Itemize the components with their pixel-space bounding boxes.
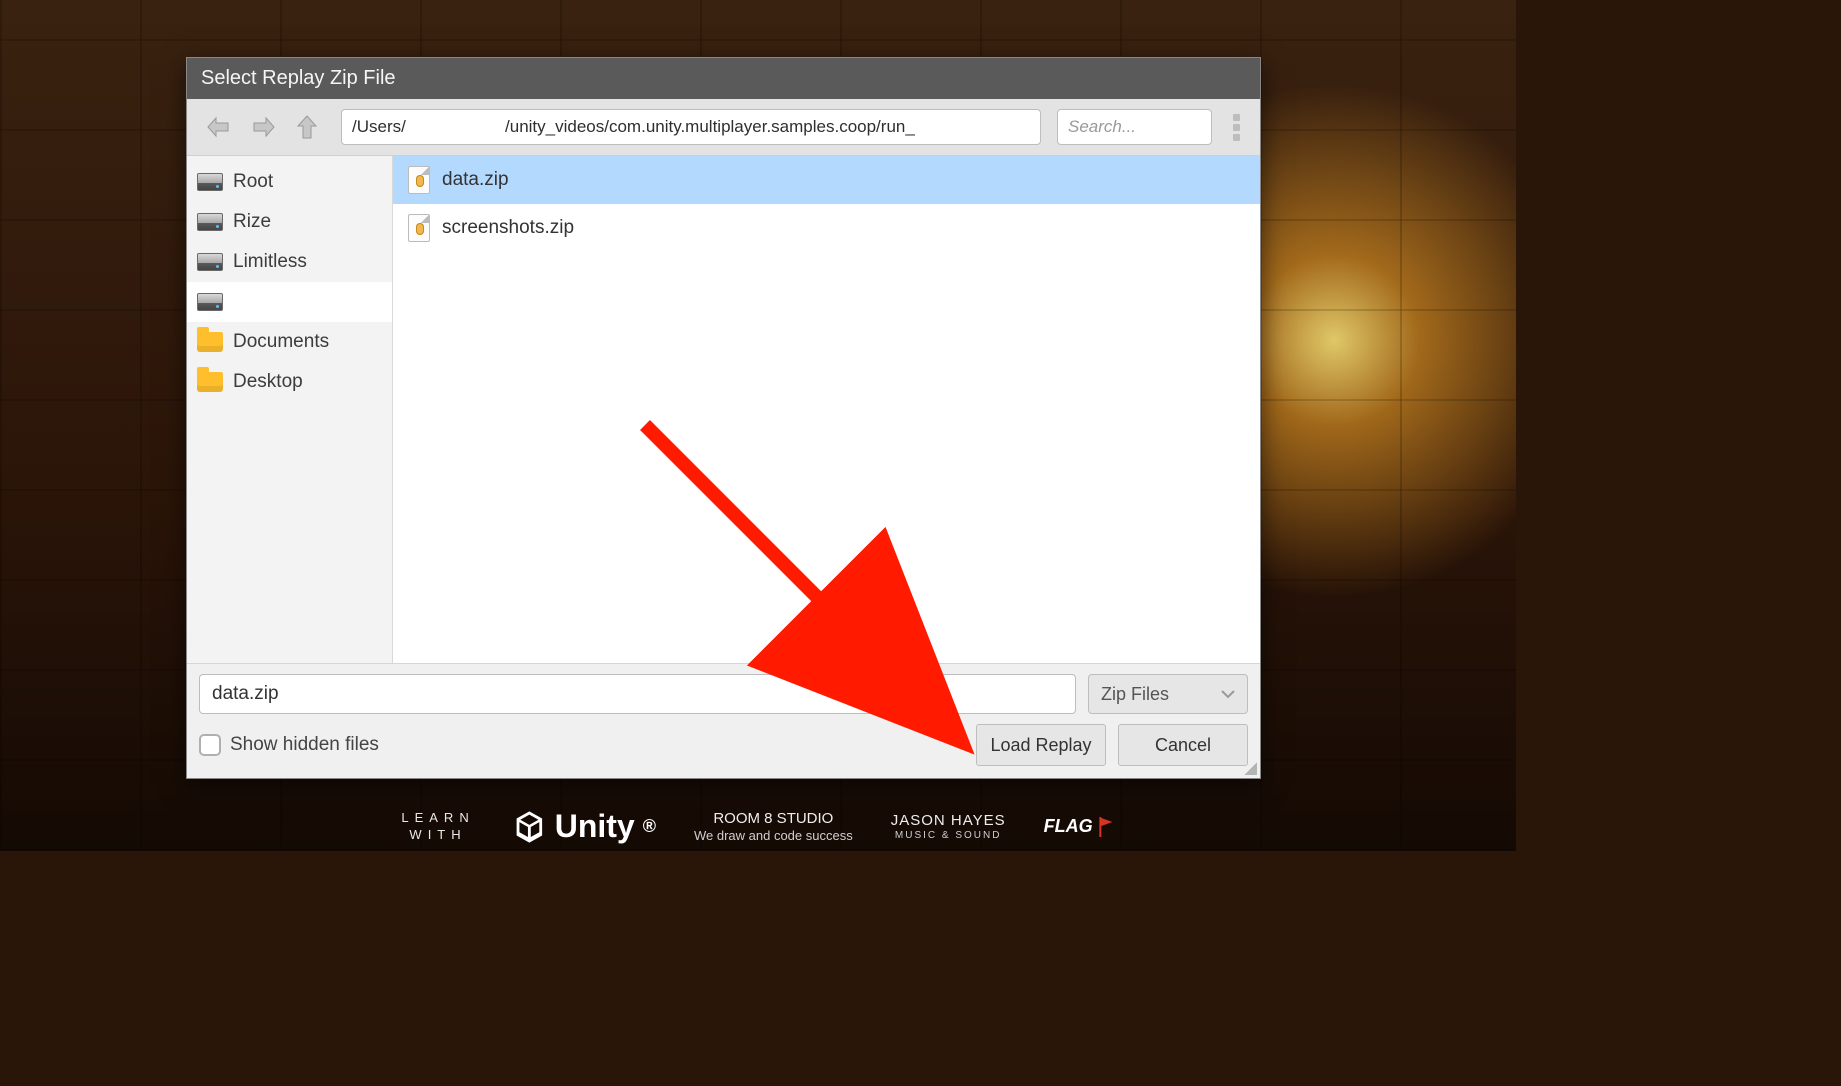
path-input[interactable] <box>341 109 1041 145</box>
sidebar-item-rize[interactable]: Rize <box>187 202 392 242</box>
zip-file-icon <box>408 166 430 194</box>
location-sidebar: Root Rize Limitless Documents Desktop <box>187 156 393 663</box>
arrow-right-icon <box>250 116 276 138</box>
file-name: data.zip <box>442 169 509 191</box>
flag-icon <box>1097 816 1115 838</box>
chevron-down-icon <box>1221 689 1235 699</box>
drive-icon <box>197 210 223 234</box>
file-type-label: Zip Files <box>1101 684 1169 705</box>
file-name: screenshots.zip <box>442 217 574 239</box>
nav-back-button[interactable] <box>199 109 239 145</box>
sidebar-item-root[interactable]: Root <box>187 162 392 202</box>
drive-icon <box>197 170 223 194</box>
toolbar-menu-button[interactable] <box>1224 109 1248 145</box>
unity-logo: Unity® <box>513 808 656 845</box>
sidebar-item-limitless[interactable]: Limitless <box>187 242 392 282</box>
sidebar-item-label: Desktop <box>233 371 303 393</box>
cancel-button[interactable]: Cancel <box>1118 724 1248 766</box>
jason-hayes-title: JASON HAYES <box>891 812 1006 830</box>
drive-icon <box>197 290 223 314</box>
show-hidden-label: Show hidden files <box>230 734 379 756</box>
load-replay-button[interactable]: Load Replay <box>976 724 1106 766</box>
dialog-footer: Zip Files Show hidden files Load Replay … <box>187 663 1260 778</box>
zip-file-icon <box>408 214 430 242</box>
flag-text: FLAG <box>1044 816 1093 837</box>
nav-up-button[interactable] <box>287 109 327 145</box>
jason-hayes-logo: JASON HAYES MUSIC & SOUND <box>891 812 1006 842</box>
dialog-toolbar <box>187 99 1260 156</box>
sidebar-item-label: Limitless <box>233 251 307 273</box>
unity-text: Unity <box>555 808 635 845</box>
sidebar-item-label: Documents <box>233 331 329 353</box>
with-label: WITH <box>409 827 466 844</box>
room8-logo: ROOM 8 STUDIO We draw and code success <box>694 810 853 844</box>
folder-icon <box>197 330 223 354</box>
sidebar-item-documents[interactable]: Documents <box>187 322 392 362</box>
learn-label: LEARN <box>401 810 474 827</box>
drive-icon <box>197 250 223 274</box>
file-row[interactable]: data.zip <box>393 156 1260 204</box>
sidebar-item-label: Rize <box>233 211 271 233</box>
filename-input[interactable] <box>199 674 1076 714</box>
dialog-body: Root Rize Limitless Documents Desktop data.z… <box>187 156 1260 663</box>
select-replay-dialog: Select Replay Zip File Root Rize Limitless… <box>186 57 1261 779</box>
room8-tagline: We draw and code success <box>694 828 853 844</box>
room8-title: ROOM 8 STUDIO <box>694 810 853 828</box>
arrow-left-icon <box>206 116 232 138</box>
arrow-up-icon <box>296 114 318 140</box>
file-list[interactable]: data.zip screenshots.zip <box>393 156 1260 663</box>
unity-cube-icon <box>513 810 547 844</box>
sidebar-item-blank[interactable] <box>187 282 392 322</box>
file-row[interactable]: screenshots.zip <box>393 204 1260 252</box>
learn-with-label: LEARN WITH <box>401 810 474 844</box>
search-input[interactable] <box>1057 109 1212 145</box>
dialog-title: Select Replay Zip File <box>187 58 1260 99</box>
nav-forward-button[interactable] <box>243 109 283 145</box>
show-hidden-checkbox[interactable]: Show hidden files <box>199 734 379 756</box>
jason-hayes-tagline: MUSIC & SOUND <box>891 830 1006 842</box>
sidebar-item-label: Root <box>233 171 273 193</box>
game-credits-bar: LEARN WITH Unity® ROOM 8 STUDIO We draw … <box>401 808 1114 845</box>
checkbox-box <box>199 734 221 756</box>
file-type-select[interactable]: Zip Files <box>1088 674 1248 714</box>
resize-grip[interactable] <box>1241 759 1257 775</box>
sidebar-item-desktop[interactable]: Desktop <box>187 362 392 402</box>
flag-logo: FLAG <box>1044 816 1115 838</box>
folder-icon <box>197 370 223 394</box>
